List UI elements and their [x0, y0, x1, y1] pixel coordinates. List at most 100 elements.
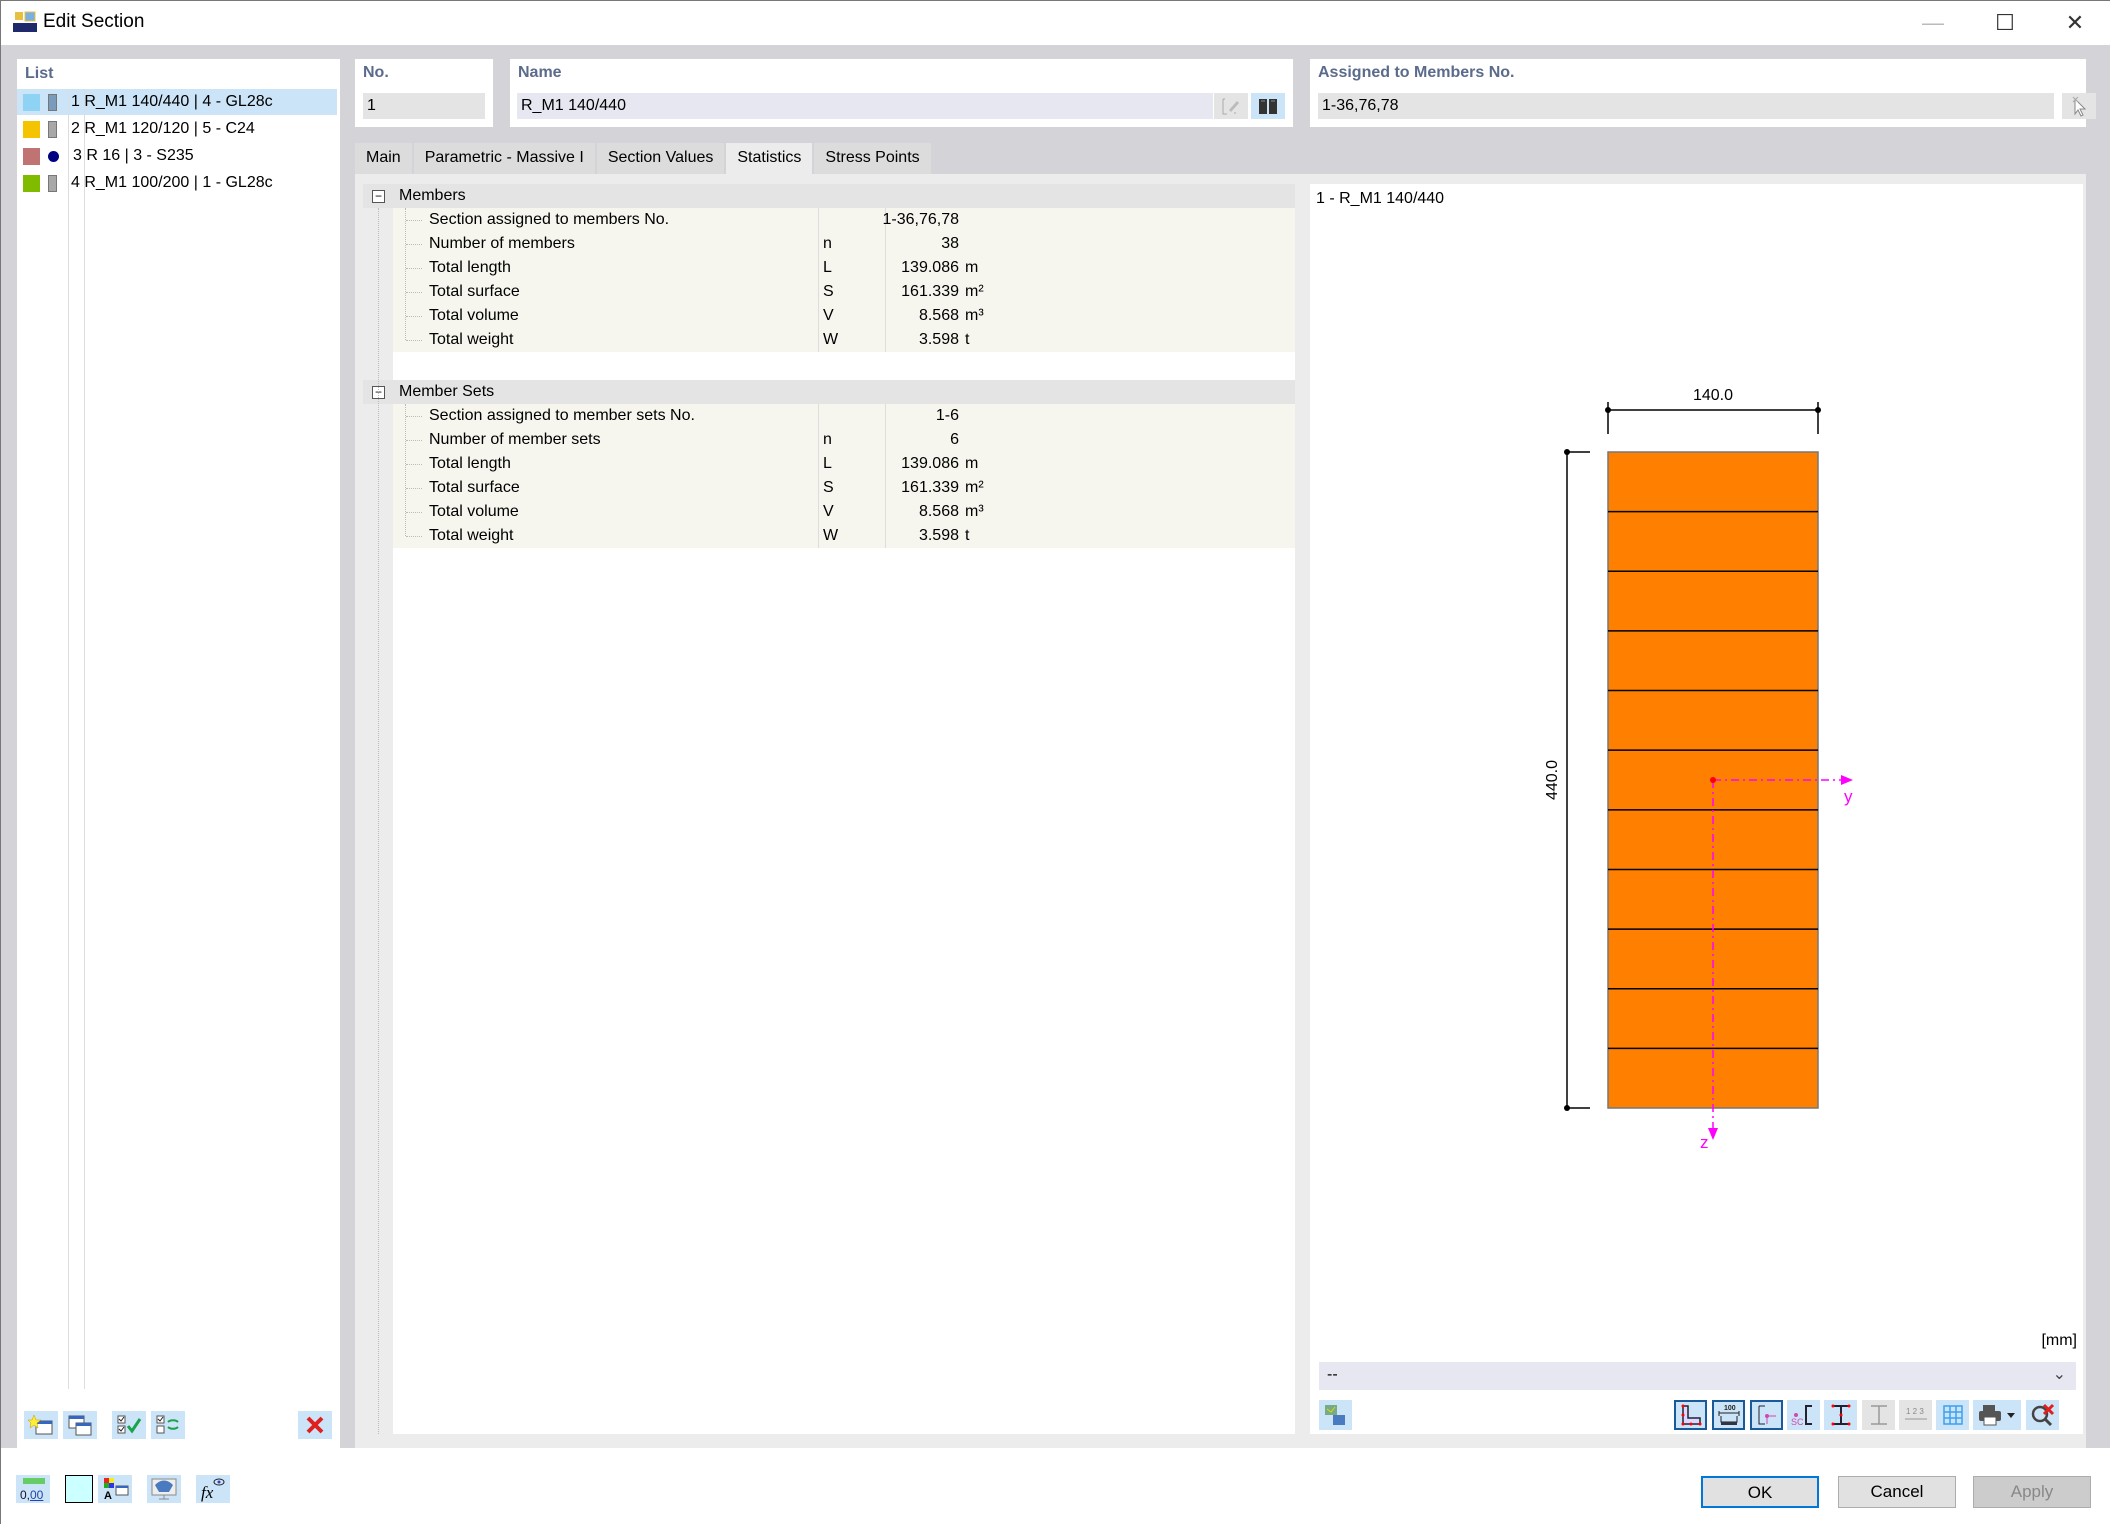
dimensions-icon[interactable]: 100	[1712, 1400, 1745, 1430]
new-section-icon[interactable]	[24, 1411, 58, 1439]
close-button[interactable]: ✕	[2055, 7, 2095, 39]
row-unit: m	[965, 259, 979, 276]
z-axis-label: z	[1700, 1133, 1709, 1152]
axes-icon[interactable]	[1750, 1400, 1783, 1430]
tab-section-values[interactable]: Section Values	[596, 143, 725, 174]
text-color-icon[interactable]: A	[98, 1475, 132, 1503]
minimize-button[interactable]: —	[1913, 7, 1953, 39]
row-value: 161.339	[901, 479, 959, 496]
list-item[interactable]: 3 R 16 | 3 - S235	[17, 143, 337, 169]
table-row[interactable]: Total surface S 161.339 m²	[393, 280, 1295, 304]
row-unit: t	[965, 527, 970, 544]
row-value: 139.086	[901, 455, 959, 472]
list-divider	[84, 89, 85, 1389]
dialog-footer: 0, 00 A fx OK Cancel Apply	[1, 1448, 2110, 1525]
pick-members-icon[interactable]	[2062, 93, 2096, 119]
table-row[interactable]: Section assigned to members No. 1-36,76,7…	[393, 208, 1295, 232]
shear-center-icon[interactable]: SC	[1787, 1400, 1820, 1430]
table-row[interactable]: Total volume V 8.568 m³	[393, 304, 1295, 328]
row-value: 6	[950, 431, 959, 448]
ok-button[interactable]: OK	[1701, 1476, 1819, 1508]
list-item[interactable]: 1 R_M1 140/440 | 4 - GL28c	[17, 89, 337, 115]
delete-icon[interactable]	[298, 1411, 332, 1439]
number-field[interactable]: 1	[363, 93, 485, 119]
decimal-places-icon[interactable]: 0, 00	[16, 1475, 50, 1503]
row-unit: m	[965, 455, 979, 472]
row-value: 1-36,76,78	[882, 211, 959, 228]
group-header[interactable]: − Members	[363, 184, 1295, 208]
dimension-tick	[1564, 449, 1570, 455]
row-unit: m³	[965, 503, 984, 520]
group-body: Section assigned to members No. 1-36,76,7…	[393, 208, 1295, 352]
name-label: Name	[518, 64, 562, 81]
tab-stress-points[interactable]: Stress Points	[814, 143, 931, 174]
title-bar: Edit Section — ☐ ✕	[1, 1, 2110, 45]
number-group: No. 1	[355, 59, 493, 127]
color-swatch[interactable]	[65, 1475, 93, 1503]
table-row[interactable]: Total volume V 8.568 m³	[393, 500, 1295, 524]
section-drawing: 140.0 440.0 y z	[1544, 387, 1853, 1152]
row-unit: m²	[965, 283, 984, 300]
dimension-tick	[1815, 407, 1821, 413]
svg-text:1 2 3: 1 2 3	[1906, 1407, 1924, 1416]
show-points-icon[interactable]	[1674, 1400, 1707, 1430]
print-icon[interactable]	[1973, 1400, 2021, 1430]
y-axis-arrow	[1841, 775, 1853, 785]
apply-button[interactable]: Apply	[1973, 1476, 2091, 1508]
grid-icon[interactable]	[1936, 1400, 1969, 1430]
library-icon[interactable]	[1251, 93, 1285, 119]
color-swatch	[23, 174, 40, 192]
name-group: Name R_M1 140/440	[510, 59, 1293, 127]
maximize-button[interactable]: ☐	[1985, 7, 2025, 39]
tab-parametric-massive-i[interactable]: Parametric - Massive I	[413, 143, 595, 174]
cancel-button[interactable]: Cancel	[1838, 1476, 1956, 1508]
table-row[interactable]: Total weight W 3.598 t	[393, 328, 1295, 352]
list-item[interactable]: 2 R_M1 120/120 | 5 - C24	[17, 116, 337, 142]
row-value: 161.339	[901, 283, 959, 300]
collapse-icon[interactable]: −	[372, 189, 385, 203]
group-body: Section assigned to member sets No. 1-6 Nu…	[393, 404, 1295, 548]
rectangle-section-icon	[48, 93, 57, 111]
assigned-members-field[interactable]: 1-36,76,78	[1318, 93, 2054, 119]
name-field[interactable]: R_M1 140/440	[517, 93, 1213, 119]
svg-text:00: 00	[30, 1488, 44, 1501]
dimension-tick	[1605, 407, 1611, 413]
dimension-tick	[1564, 1105, 1570, 1111]
display-settings-icon[interactable]	[147, 1475, 181, 1503]
list-item[interactable]: 4 R_M1 100/200 | 1 - GL28c	[17, 170, 337, 196]
color-swatch	[23, 93, 40, 111]
view-select[interactable]: -- ⌄	[1319, 1362, 2076, 1390]
table-row[interactable]: Section assigned to member sets No. 1-6	[393, 404, 1295, 428]
section-preview: 1 - R_M1 140/440 140.0 440.0 y z [mm] -- ⌄ …	[1310, 184, 2083, 1434]
svg-text:A: A	[104, 1490, 112, 1501]
tree-guide	[378, 208, 379, 1434]
tab-main[interactable]: Main	[355, 143, 412, 174]
edit-name-icon[interactable]	[1214, 93, 1248, 119]
copy-section-icon[interactable]	[63, 1411, 97, 1439]
table-row[interactable]: Total weight W 3.598 t	[393, 524, 1295, 548]
numbering-icon[interactable]: 1 2 3	[1899, 1400, 1932, 1430]
table-row[interactable]: Number of members n 38	[393, 232, 1295, 256]
stress-points-icon[interactable]	[1824, 1400, 1857, 1430]
outline-icon[interactable]	[1862, 1400, 1895, 1430]
row-unit: t	[965, 331, 970, 348]
check-all-icon[interactable]	[112, 1411, 146, 1439]
tab-statistics[interactable]: Statistics	[726, 143, 813, 174]
row-value: 8.568	[918, 503, 959, 520]
toggle-selection-icon[interactable]	[151, 1411, 185, 1439]
group-title: Member Sets	[399, 383, 495, 400]
zoom-reset-icon[interactable]	[2026, 1400, 2059, 1430]
table-row[interactable]: Total length L 139.086 m	[393, 256, 1295, 280]
table-row[interactable]: Number of member sets n 6	[393, 428, 1295, 452]
section-import-icon[interactable]	[1319, 1400, 1352, 1430]
table-row[interactable]: Total length L 139.086 m	[393, 452, 1295, 476]
assigned-label: Assigned to Members No.	[1318, 64, 1515, 81]
formula-icon[interactable]: fx	[196, 1475, 230, 1503]
color-swatch	[23, 120, 40, 138]
row-value: 3.598	[918, 527, 959, 544]
row-value: 38	[941, 235, 959, 252]
circle-section-icon	[48, 150, 59, 162]
table-row[interactable]: Total surface S 161.339 m²	[393, 476, 1295, 500]
row-unit: m²	[965, 479, 984, 496]
group-header[interactable]: − Member Sets	[363, 380, 1295, 404]
